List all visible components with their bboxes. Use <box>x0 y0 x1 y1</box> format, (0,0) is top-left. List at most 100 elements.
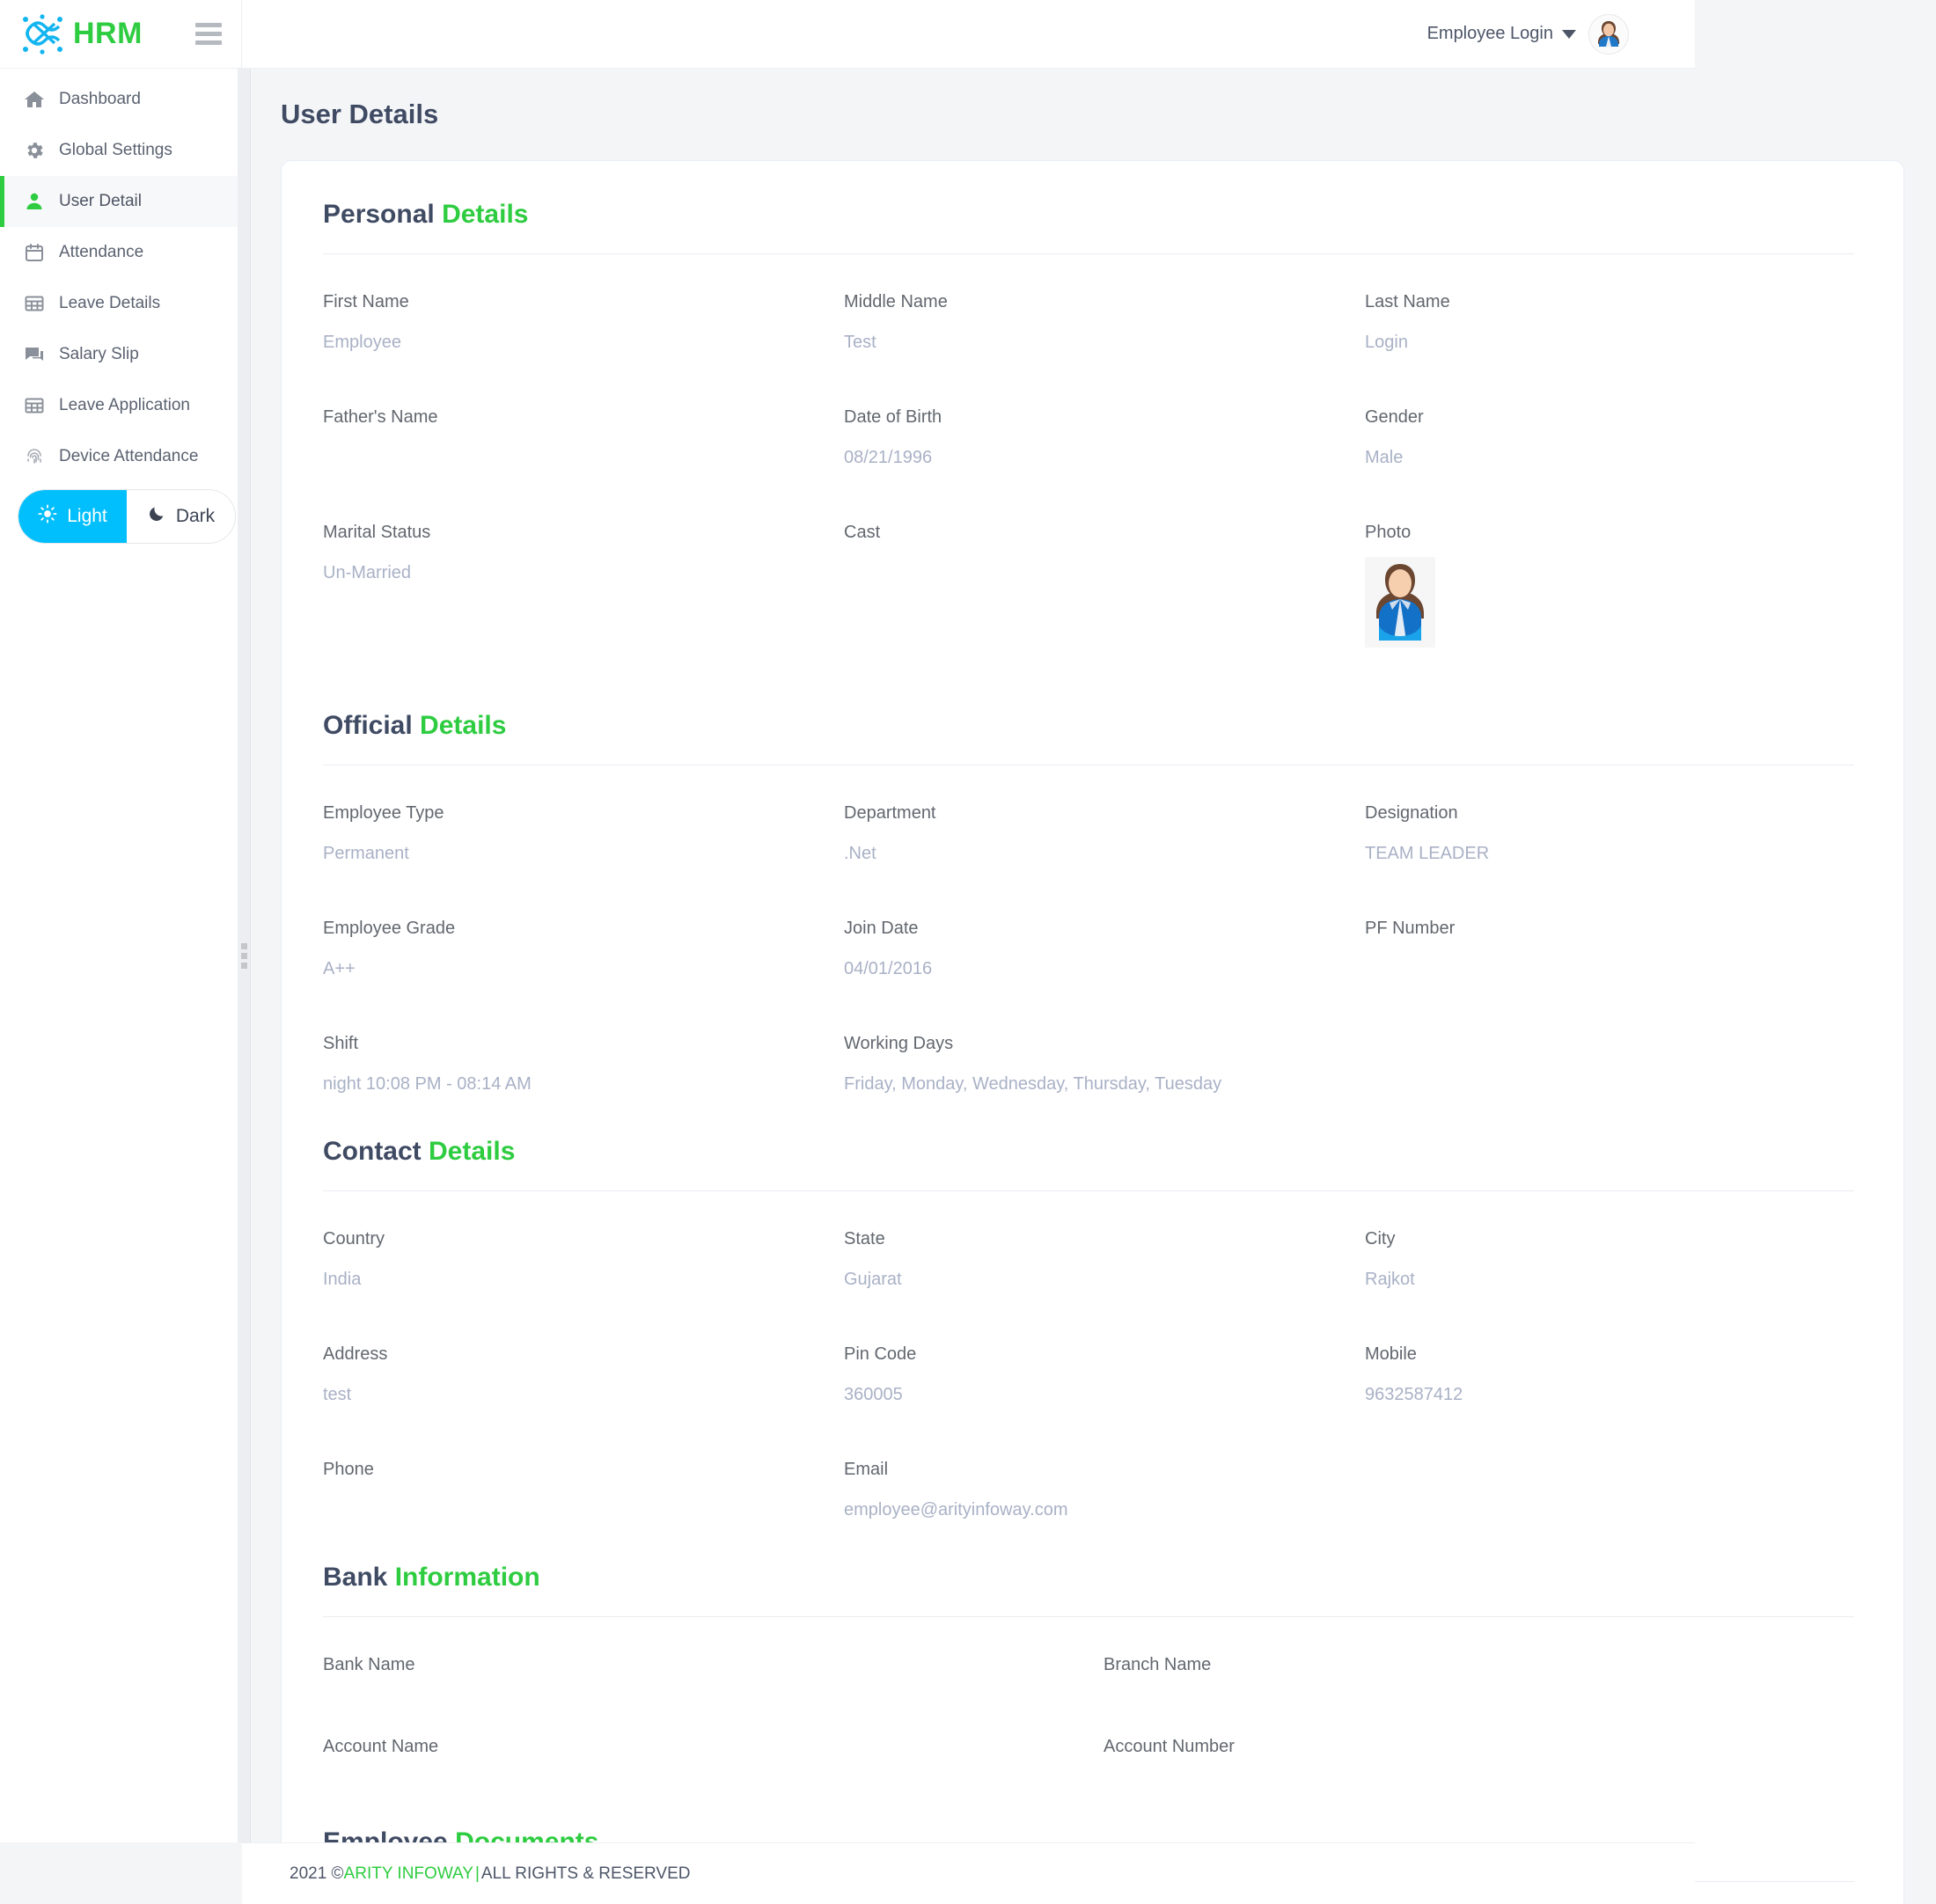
sidebar-nav: Dashboard Global Settings User Detail <box>0 69 241 482</box>
field-value <box>1104 1778 1862 1796</box>
field-address: Addresstest <box>323 1345 844 1403</box>
sidebar-item-salary-slip[interactable]: Salary Slip <box>0 329 241 380</box>
field-pf-number: PF Number <box>1365 919 1862 978</box>
field-value: Rajkot <box>1365 1271 1862 1288</box>
section-heading-main: Contact <box>323 1137 422 1166</box>
field-label: Account Name <box>323 1738 1104 1755</box>
sidebar-item-dashboard[interactable]: Dashboard <box>0 74 241 125</box>
section-heading-main: Personal <box>323 200 435 229</box>
fingerprint-icon <box>24 446 45 467</box>
field-value: 08/21/1996 <box>844 449 1365 466</box>
field-value: A++ <box>323 960 844 978</box>
field-label: Department <box>844 804 1365 822</box>
field-value: employee@arityinfoway.com <box>844 1501 1365 1519</box>
field-phone: Phone <box>323 1461 844 1519</box>
field-label: First Name <box>323 293 844 311</box>
employee-photo[interactable] <box>1365 557 1435 648</box>
theme-dark-button[interactable]: Dark <box>127 490 235 543</box>
field-value: Employee <box>323 333 844 351</box>
field-date-of-birth: Date of Birth 08/21/1996 <box>844 408 1365 466</box>
sidebar-item-user-detail[interactable]: User Detail <box>0 176 241 227</box>
field-label: Branch Name <box>1104 1656 1862 1673</box>
footer-company-link[interactable]: ARITY INFOWAY <box>344 1864 473 1884</box>
section-official-details: Official Details Employee TypePermanent … <box>323 711 1862 1093</box>
app-root: HRM Dashboard Global Settings <box>0 0 1936 1904</box>
field-value: Male <box>1365 449 1862 466</box>
field-middle-name: Middle NameTest <box>844 293 1365 351</box>
brand[interactable]: HRM <box>16 12 143 56</box>
field-label: Date of Birth <box>844 408 1365 426</box>
sidebar-item-label: Dashboard <box>59 90 141 109</box>
field-value <box>323 1501 844 1519</box>
sidebar-item-label: User Detail <box>59 192 142 211</box>
field-employee-type: Employee TypePermanent <box>323 804 844 862</box>
field-label: Cast <box>844 524 1365 541</box>
field-account-name: Account Name <box>323 1738 1104 1796</box>
avatar[interactable] <box>1588 14 1629 55</box>
field-label: City <box>1365 1230 1862 1248</box>
field-gender: Gender Male <box>1365 408 1862 466</box>
field-spacer <box>1365 1035 1862 1093</box>
sidebar-item-device-attendance[interactable]: Device Attendance <box>0 431 241 482</box>
sidebar-item-label: Global Settings <box>59 141 172 160</box>
field-value: 04/01/2016 <box>844 960 1365 978</box>
field-value: Test <box>844 333 1365 351</box>
field-row: Shiftnight 10:08 PM - 08:14 AM Working D… <box>323 1035 1862 1093</box>
field-label: Marital Status <box>323 524 844 541</box>
field-label: Phone <box>323 1461 844 1478</box>
theme-light-label: Light <box>67 506 107 527</box>
section-heading-accent: Details <box>442 200 528 229</box>
field-value <box>1365 1058 1862 1075</box>
theme-toggle[interactable]: Light Dark <box>18 489 236 544</box>
user-icon <box>24 191 45 212</box>
field-branch-name: Branch Name <box>1104 1656 1862 1714</box>
field-value: Permanent <box>323 845 844 862</box>
table-icon <box>24 293 45 314</box>
field-row: Marital StatusUn-Married Cast Photo <box>323 524 1862 648</box>
field-city: City Rajkot <box>1365 1230 1862 1288</box>
field-row: Account Name Account Number <box>323 1738 1862 1796</box>
footer: 2021 © ARITY INFOWAY | ALL RIGHTS & RESE… <box>242 1842 1695 1904</box>
field-fathers-name: Father's Name <box>323 408 844 466</box>
field-value: Gujarat <box>844 1271 1365 1288</box>
page-content: User Details Personal Details First Name… <box>242 69 1936 1904</box>
field-label: Last Name <box>1365 293 1862 311</box>
field-value: .Net <box>844 845 1365 862</box>
chevron-down-icon[interactable] <box>1562 30 1576 39</box>
field-row: Phone Emailemployee@arityinfoway.com <box>323 1461 1862 1519</box>
field-label: Mobile <box>1365 1345 1862 1363</box>
field-cast: Cast <box>844 524 1365 648</box>
moon-icon <box>147 504 166 529</box>
gear-icon <box>24 140 45 161</box>
sidebar-item-attendance[interactable]: Attendance <box>0 227 241 278</box>
section-heading-accent: Information <box>395 1563 540 1592</box>
sun-icon <box>38 504 57 529</box>
field-value: Login <box>1365 333 1862 351</box>
sidebar-item-label: Attendance <box>59 243 143 262</box>
field-value: Un-Married <box>323 564 844 582</box>
field-value <box>323 1778 1104 1796</box>
field-label: Pin Code <box>844 1345 1365 1363</box>
sidebar-item-global-settings[interactable]: Global Settings <box>0 125 241 176</box>
page-title: User Details <box>281 99 1904 130</box>
field-label: PF Number <box>1365 919 1862 937</box>
field-mobile: Mobile9632587412 <box>1365 1345 1862 1403</box>
field-account-number: Account Number <box>1104 1738 1862 1796</box>
hamburger-icon[interactable] <box>195 23 222 45</box>
user-menu[interactable]: Employee Login <box>1427 14 1629 55</box>
sidebar-item-leave-application[interactable]: Leave Application <box>0 380 241 431</box>
sidebar: HRM Dashboard Global Settings <box>0 0 242 1842</box>
field-label: Gender <box>1365 408 1862 426</box>
field-label: Bank Name <box>323 1656 1104 1673</box>
field-value <box>1365 1483 1862 1501</box>
home-icon <box>24 89 45 110</box>
field-country: CountryIndia <box>323 1230 844 1288</box>
field-spacer <box>1365 1461 1862 1519</box>
theme-light-button[interactable]: Light <box>18 490 127 543</box>
brand-name: HRM <box>73 17 143 51</box>
user-menu-label: Employee Login <box>1427 24 1553 44</box>
sidebar-item-label: Salary Slip <box>59 345 139 364</box>
field-email: Emailemployee@arityinfoway.com <box>844 1461 1365 1519</box>
field-value <box>844 564 1365 582</box>
sidebar-item-leave-details[interactable]: Leave Details <box>0 278 241 329</box>
